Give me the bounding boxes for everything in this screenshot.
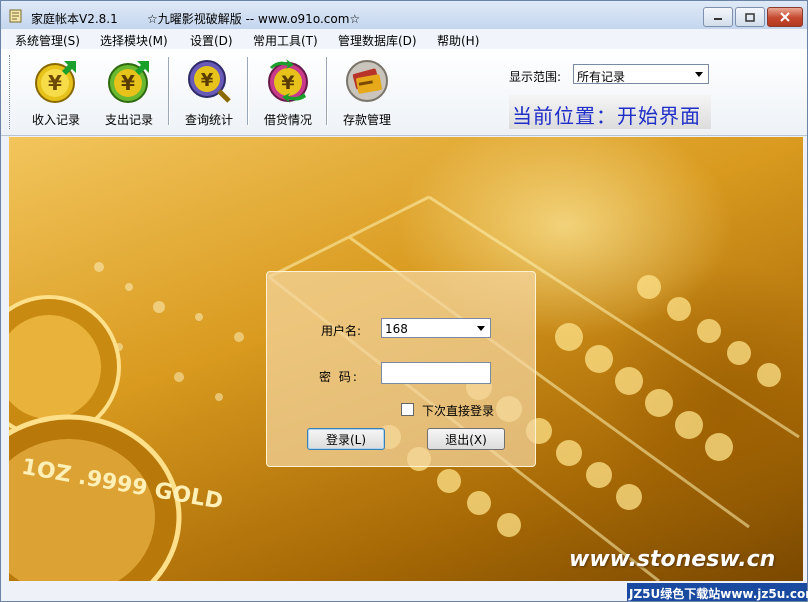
- login-button[interactable]: 登录(L): [307, 428, 385, 450]
- query-yen-icon: ¥: [188, 60, 231, 103]
- menu-tools[interactable]: 常用工具(T): [253, 32, 318, 49]
- password-label: 密 码:: [319, 370, 359, 384]
- toolbar: ¥ 收入记录 ¥ 支出记录 ¥ 查询统计 ¥ 借贷情况 存款管理 显示范围: 所…: [1, 49, 807, 136]
- notebook-icon: [9, 9, 22, 23]
- menu-settings[interactable]: 设置(D): [190, 32, 233, 49]
- username-value: 168: [385, 322, 408, 336]
- expense-yen-icon: ¥: [108, 61, 149, 103]
- loan-yen-icon: ¥: [268, 59, 308, 103]
- deposit-card-icon: [346, 60, 388, 102]
- deposit-manage-button[interactable]: 存款管理: [332, 57, 402, 129]
- toolbar-separator: [326, 57, 328, 125]
- toolbar-separator: [247, 57, 249, 125]
- chevron-down-icon: [695, 72, 703, 77]
- menu-system[interactable]: 系统管理(S): [15, 32, 80, 49]
- income-record-button[interactable]: ¥ 收入记录: [21, 57, 91, 129]
- close-icon: [780, 12, 790, 22]
- maximize-icon: [745, 12, 755, 22]
- chevron-down-icon: [477, 326, 485, 331]
- location-panel: 当前位置：开始界面: [509, 95, 711, 129]
- expense-record-button[interactable]: ¥ 支出记录: [94, 57, 164, 129]
- username-select[interactable]: 168: [381, 318, 491, 338]
- exit-button[interactable]: 退出(X): [427, 428, 505, 450]
- location-text: 当前位置：开始界面: [512, 104, 701, 128]
- toolbar-separator: [168, 57, 170, 125]
- watermark-text: www.stonesw.cn: [569, 547, 776, 572]
- menu-bar: 系统管理(S) 选择模块(M) 设置(D) 常用工具(T) 管理数据库(D) 帮…: [1, 29, 807, 49]
- content-area: 1OZ .9999 GOLD www.stonesw.cn 用户名: 168 密…: [9, 137, 803, 581]
- svg-text:¥: ¥: [121, 71, 135, 95]
- loan-status-button[interactable]: ¥ 借贷情况: [253, 57, 323, 129]
- password-input[interactable]: [381, 362, 491, 384]
- remember-login-checkbox[interactable]: [401, 403, 414, 416]
- svg-text:¥: ¥: [281, 72, 294, 94]
- range-select-value: 所有记录: [577, 70, 626, 84]
- window-title-extra: ☆九曜影视破解版 -- www.o91o.com☆: [147, 12, 361, 26]
- login-panel: 用户名: 168 密 码: 下次直接登录 登录(L) 退出(X): [266, 271, 536, 467]
- window-title: 家庭帐本V2.8.1: [31, 12, 118, 26]
- remember-login-label[interactable]: 下次直接登录: [422, 402, 494, 419]
- income-yen-icon: ¥: [35, 61, 76, 103]
- menu-module[interactable]: 选择模块(M): [100, 32, 168, 49]
- status-bar: JZ5U绿色下载站www.jz5u.com: [1, 583, 808, 601]
- expense-record-label: 支出记录: [104, 113, 153, 127]
- minimize-icon: [714, 18, 722, 20]
- username-label: 用户名:: [321, 324, 362, 338]
- menu-help[interactable]: 帮助(H): [437, 32, 479, 49]
- loan-status-label: 借贷情况: [263, 113, 312, 127]
- app-window: 家庭帐本V2.8.1 ☆九曜影视破解版 -- www.o91o.com☆ 系统管…: [0, 0, 808, 602]
- range-label: 显示范围:: [509, 70, 562, 84]
- download-site-text: JZ5U绿色下载站www.jz5u.com: [629, 587, 808, 601]
- query-stats-button[interactable]: ¥ 查询统计: [174, 57, 244, 129]
- toolbar-grip[interactable]: [9, 55, 13, 129]
- deposit-manage-label: 存款管理: [342, 113, 391, 127]
- query-stats-label: 查询统计: [184, 113, 233, 127]
- income-record-label: 收入记录: [31, 113, 80, 127]
- minimize-button[interactable]: [703, 7, 733, 27]
- title-bar[interactable]: 家庭帐本V2.8.1 ☆九曜影视破解版 -- www.o91o.com☆: [1, 1, 807, 29]
- maximize-button[interactable]: [735, 7, 765, 27]
- svg-text:¥: ¥: [48, 71, 62, 95]
- svg-text:¥: ¥: [201, 70, 214, 91]
- download-site-tag: JZ5U绿色下载站www.jz5u.com: [627, 583, 808, 601]
- close-button[interactable]: [767, 7, 803, 27]
- menu-database[interactable]: 管理数据库(D): [338, 32, 417, 49]
- range-select[interactable]: 所有记录: [573, 64, 709, 84]
